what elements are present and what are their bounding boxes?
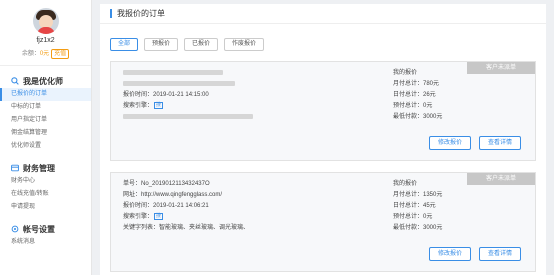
tab-void-quote[interactable]: 作废报价 (224, 38, 265, 51)
search-engine-row: 搜索引擎：搜 (123, 212, 383, 223)
view-details-button[interactable]: 查看详情 (478, 136, 521, 150)
page: fjz1x2 余额：0元 充值 我是优化师 已报价的订单 中标的订单 用户指定订单… (0, 0, 554, 275)
sidebar-item-quoted-orders[interactable]: 已报价的订单 (0, 88, 91, 101)
sidebar-item-optimizer-settings[interactable]: 优化师设置 (0, 140, 91, 153)
order-website-redacted (123, 79, 383, 90)
main-header: 我报价的订单 (100, 4, 546, 24)
my-quote-label: 我的报价 (393, 70, 418, 76)
sidebar-item-finance-center[interactable]: 财务中心 (0, 175, 91, 188)
order-website: 网址：http://www.qingfengglass.com/ (123, 192, 223, 198)
nav-title-label: 财务管理 (23, 163, 55, 173)
min-charge: 最低付款：3000元 (393, 114, 443, 120)
profile-panel: fjz1x2 余额：0元 充值 (0, 0, 91, 66)
search-icon (11, 77, 19, 85)
min-charge: 最低付款：3000元 (393, 225, 443, 231)
quote-time: 报价时间：2019-01-21 14:15:00 (123, 92, 209, 98)
view-details-button[interactable]: 查看详情 (478, 247, 521, 261)
quote-summary: 我的报价 月付总计：780元 日付总计：26元 预付总计：0元 最低付款：300… (393, 68, 533, 123)
balance-label: 余额： (21, 51, 40, 57)
avatar[interactable] (32, 8, 59, 34)
search-engine-icon: 搜 (154, 212, 164, 220)
my-quote-label: 我的报价 (393, 181, 418, 187)
sidebar-item-system-messages[interactable]: 系统消息 (0, 236, 91, 249)
edit-quote-button[interactable]: 修改报价 (428, 136, 471, 150)
order-number: 单号：No_2019012113432437O (123, 181, 210, 187)
quote-time: 报价时间：2019-01-21 14:06:21 (123, 203, 209, 209)
tab-quoted[interactable]: 已报价 (184, 38, 219, 51)
recharge-button[interactable]: 充值 (51, 49, 70, 59)
nav-title-optimizer[interactable]: 我是优化师 (0, 74, 91, 88)
prepay-total: 预付总计：0元 (393, 214, 433, 220)
tab-all[interactable]: 全部 (110, 38, 139, 51)
tab-pre-quote[interactable]: 预报价 (144, 38, 179, 51)
order-actions: 修改报价 查看详情 (428, 136, 521, 150)
order-number-redacted (123, 68, 383, 79)
balance-value: 0元 (39, 51, 50, 57)
page-title: 我报价的订单 (117, 9, 165, 18)
nav-group-optimizer: 我是优化师 已报价的订单 中标的订单 用户指定订单 佣金结算管理 优化师设置 (0, 74, 91, 153)
nav-group-account: 帐号设置 系统消息 (0, 222, 91, 249)
sidebar-item-assigned-orders[interactable]: 用户指定订单 (0, 114, 91, 127)
monthly-total: 月付总计：1350元 (393, 192, 443, 198)
daily-total: 日付总计：45元 (393, 203, 436, 209)
sidebar-item-won-orders[interactable]: 中标的订单 (0, 101, 91, 114)
search-engine-row: 搜索引擎：搜 (123, 101, 383, 112)
balance-row: 余额：0元 充值 (0, 48, 91, 59)
nav-group-finance: 财务管理 财务中心 在线充值/转账 申请提现 (0, 161, 91, 214)
keywords-redacted (123, 112, 383, 123)
search-engine-label: 搜索引擎： (123, 103, 154, 109)
nav-title-label: 我是优化师 (23, 76, 63, 86)
username: fjz1x2 (36, 37, 55, 44)
order-info: 报价时间：2019-01-21 14:15:00 搜索引擎：搜 (123, 68, 383, 123)
quote-summary: 我的报价 月付总计：1350元 日付总计：45元 预付总计：0元 最低付款：30… (393, 179, 533, 234)
gear-icon (11, 225, 19, 233)
wallet-icon (11, 164, 19, 172)
sidebar: fjz1x2 余额：0元 充值 我是优化师 已报价的订单 中标的订单 用户指定订单… (0, 0, 92, 275)
search-engine-label: 搜索引擎： (123, 214, 154, 220)
main-panel: 我报价的订单 全部 预报价 已报价 作废报价 客户未派单 报价时间：2019-0… (100, 4, 546, 275)
keywords: 关键字列表：智能玻璃、夹丝玻璃、调光玻璃、 (123, 225, 250, 231)
sidebar-item-withdraw[interactable]: 申请提现 (0, 201, 91, 214)
edit-quote-button[interactable]: 修改报价 (428, 247, 471, 261)
monthly-total: 月付总计：780元 (393, 81, 440, 87)
order-actions: 修改报价 查看详情 (428, 247, 521, 261)
nav-title-label: 帐号设置 (23, 224, 55, 234)
filter-tabs: 全部 预报价 已报价 作废报价 (100, 24, 546, 51)
title-accent-bar (110, 9, 112, 18)
order-card: 客户未派单 报价时间：2019-01-21 14:15:00 搜索引擎：搜 我的… (110, 61, 536, 161)
daily-total: 日付总计：26元 (393, 92, 436, 98)
order-info: 单号：No_2019012113432437O 网址：http://www.qi… (123, 179, 383, 234)
search-engine-icon: 搜 (154, 101, 164, 109)
nav-title-account[interactable]: 帐号设置 (0, 222, 91, 236)
nav-title-finance[interactable]: 财务管理 (0, 161, 91, 175)
prepay-total: 预付总计：0元 (393, 103, 433, 109)
order-card: 客户未派单 单号：No_2019012113432437O 网址：http://… (110, 172, 536, 272)
sidebar-item-commission[interactable]: 佣金结算管理 (0, 127, 91, 140)
sidebar-item-recharge-transfer[interactable]: 在线充值/转账 (0, 188, 91, 201)
